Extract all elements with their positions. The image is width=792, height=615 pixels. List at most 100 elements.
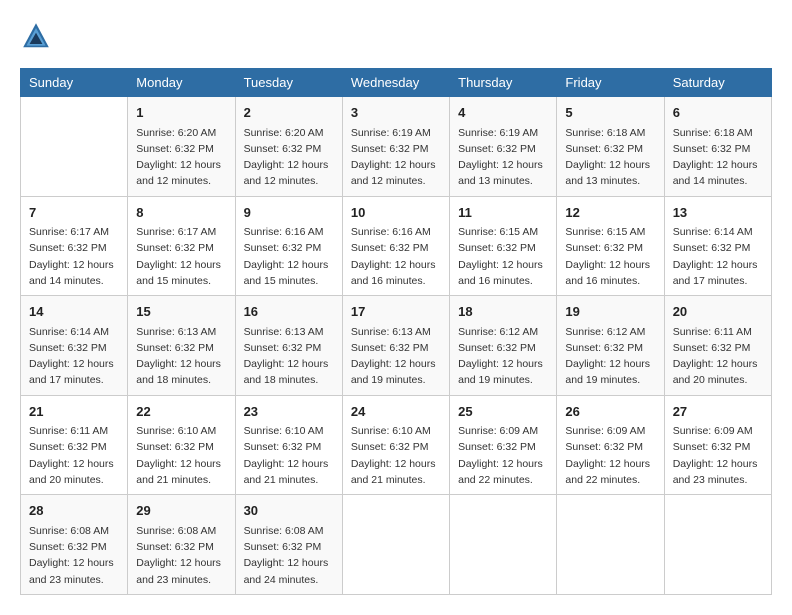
day-number: 4: [458, 103, 548, 123]
calendar-cell: [557, 495, 664, 595]
calendar-cell: [664, 495, 771, 595]
calendar-cell: 21Sunrise: 6:11 AMSunset: 6:32 PMDayligh…: [21, 395, 128, 495]
day-info: Sunrise: 6:15 AMSunset: 6:32 PMDaylight:…: [565, 224, 655, 289]
day-header-thursday: Thursday: [450, 69, 557, 97]
calendar-cell: 7Sunrise: 6:17 AMSunset: 6:32 PMDaylight…: [21, 196, 128, 296]
day-number: 22: [136, 402, 226, 422]
calendar-cell: 20Sunrise: 6:11 AMSunset: 6:32 PMDayligh…: [664, 296, 771, 396]
day-info: Sunrise: 6:09 AMSunset: 6:32 PMDaylight:…: [458, 423, 548, 488]
day-number: 25: [458, 402, 548, 422]
calendar-cell: 6Sunrise: 6:18 AMSunset: 6:32 PMDaylight…: [664, 97, 771, 197]
calendar-cell: 23Sunrise: 6:10 AMSunset: 6:32 PMDayligh…: [235, 395, 342, 495]
calendar-cell: 12Sunrise: 6:15 AMSunset: 6:32 PMDayligh…: [557, 196, 664, 296]
day-number: 29: [136, 501, 226, 521]
calendar-cell: 14Sunrise: 6:14 AMSunset: 6:32 PMDayligh…: [21, 296, 128, 396]
week-row-5: 28Sunrise: 6:08 AMSunset: 6:32 PMDayligh…: [21, 495, 772, 595]
calendar-cell: 9Sunrise: 6:16 AMSunset: 6:32 PMDaylight…: [235, 196, 342, 296]
day-info: Sunrise: 6:10 AMSunset: 6:32 PMDaylight:…: [351, 423, 441, 488]
week-row-2: 7Sunrise: 6:17 AMSunset: 6:32 PMDaylight…: [21, 196, 772, 296]
calendar-cell: 3Sunrise: 6:19 AMSunset: 6:32 PMDaylight…: [342, 97, 449, 197]
day-number: 17: [351, 302, 441, 322]
day-number: 3: [351, 103, 441, 123]
day-number: 12: [565, 203, 655, 223]
day-info: Sunrise: 6:20 AMSunset: 6:32 PMDaylight:…: [244, 125, 334, 190]
calendar-cell: 15Sunrise: 6:13 AMSunset: 6:32 PMDayligh…: [128, 296, 235, 396]
day-info: Sunrise: 6:14 AMSunset: 6:32 PMDaylight:…: [673, 224, 763, 289]
week-row-1: 1Sunrise: 6:20 AMSunset: 6:32 PMDaylight…: [21, 97, 772, 197]
day-number: 1: [136, 103, 226, 123]
day-header-sunday: Sunday: [21, 69, 128, 97]
calendar-cell: 5Sunrise: 6:18 AMSunset: 6:32 PMDaylight…: [557, 97, 664, 197]
day-info: Sunrise: 6:19 AMSunset: 6:32 PMDaylight:…: [458, 125, 548, 190]
calendar-table: SundayMondayTuesdayWednesdayThursdayFrid…: [20, 68, 772, 595]
calendar-cell: 27Sunrise: 6:09 AMSunset: 6:32 PMDayligh…: [664, 395, 771, 495]
day-number: 2: [244, 103, 334, 123]
day-info: Sunrise: 6:20 AMSunset: 6:32 PMDaylight:…: [136, 125, 226, 190]
logo: [20, 20, 58, 52]
day-info: Sunrise: 6:17 AMSunset: 6:32 PMDaylight:…: [136, 224, 226, 289]
day-header-friday: Friday: [557, 69, 664, 97]
day-number: 24: [351, 402, 441, 422]
calendar-cell: 11Sunrise: 6:15 AMSunset: 6:32 PMDayligh…: [450, 196, 557, 296]
calendar-cell: 29Sunrise: 6:08 AMSunset: 6:32 PMDayligh…: [128, 495, 235, 595]
day-number: 23: [244, 402, 334, 422]
day-number: 20: [673, 302, 763, 322]
day-info: Sunrise: 6:10 AMSunset: 6:32 PMDaylight:…: [136, 423, 226, 488]
calendar-cell: 18Sunrise: 6:12 AMSunset: 6:32 PMDayligh…: [450, 296, 557, 396]
calendar-cell: 13Sunrise: 6:14 AMSunset: 6:32 PMDayligh…: [664, 196, 771, 296]
day-info: Sunrise: 6:08 AMSunset: 6:32 PMDaylight:…: [244, 523, 334, 588]
day-number: 5: [565, 103, 655, 123]
day-number: 9: [244, 203, 334, 223]
week-row-4: 21Sunrise: 6:11 AMSunset: 6:32 PMDayligh…: [21, 395, 772, 495]
day-info: Sunrise: 6:08 AMSunset: 6:32 PMDaylight:…: [136, 523, 226, 588]
day-info: Sunrise: 6:08 AMSunset: 6:32 PMDaylight:…: [29, 523, 119, 588]
day-number: 7: [29, 203, 119, 223]
day-info: Sunrise: 6:14 AMSunset: 6:32 PMDaylight:…: [29, 324, 119, 389]
page-header: [20, 20, 772, 52]
calendar-cell: 16Sunrise: 6:13 AMSunset: 6:32 PMDayligh…: [235, 296, 342, 396]
day-info: Sunrise: 6:11 AMSunset: 6:32 PMDaylight:…: [673, 324, 763, 389]
day-info: Sunrise: 6:17 AMSunset: 6:32 PMDaylight:…: [29, 224, 119, 289]
day-number: 14: [29, 302, 119, 322]
day-info: Sunrise: 6:13 AMSunset: 6:32 PMDaylight:…: [136, 324, 226, 389]
day-info: Sunrise: 6:09 AMSunset: 6:32 PMDaylight:…: [565, 423, 655, 488]
day-number: 30: [244, 501, 334, 521]
calendar-cell: 22Sunrise: 6:10 AMSunset: 6:32 PMDayligh…: [128, 395, 235, 495]
day-number: 11: [458, 203, 548, 223]
day-number: 15: [136, 302, 226, 322]
day-number: 10: [351, 203, 441, 223]
day-info: Sunrise: 6:13 AMSunset: 6:32 PMDaylight:…: [244, 324, 334, 389]
calendar-cell: [450, 495, 557, 595]
day-info: Sunrise: 6:13 AMSunset: 6:32 PMDaylight:…: [351, 324, 441, 389]
week-row-3: 14Sunrise: 6:14 AMSunset: 6:32 PMDayligh…: [21, 296, 772, 396]
day-number: 21: [29, 402, 119, 422]
day-header-wednesday: Wednesday: [342, 69, 449, 97]
day-info: Sunrise: 6:12 AMSunset: 6:32 PMDaylight:…: [565, 324, 655, 389]
day-info: Sunrise: 6:12 AMSunset: 6:32 PMDaylight:…: [458, 324, 548, 389]
calendar-cell: 4Sunrise: 6:19 AMSunset: 6:32 PMDaylight…: [450, 97, 557, 197]
day-number: 19: [565, 302, 655, 322]
day-number: 26: [565, 402, 655, 422]
calendar-cell: 8Sunrise: 6:17 AMSunset: 6:32 PMDaylight…: [128, 196, 235, 296]
calendar-cell: 28Sunrise: 6:08 AMSunset: 6:32 PMDayligh…: [21, 495, 128, 595]
day-header-tuesday: Tuesday: [235, 69, 342, 97]
days-header-row: SundayMondayTuesdayWednesdayThursdayFrid…: [21, 69, 772, 97]
day-number: 6: [673, 103, 763, 123]
day-number: 8: [136, 203, 226, 223]
day-info: Sunrise: 6:15 AMSunset: 6:32 PMDaylight:…: [458, 224, 548, 289]
day-info: Sunrise: 6:09 AMSunset: 6:32 PMDaylight:…: [673, 423, 763, 488]
calendar-cell: [342, 495, 449, 595]
logo-icon: [20, 20, 52, 52]
day-info: Sunrise: 6:11 AMSunset: 6:32 PMDaylight:…: [29, 423, 119, 488]
day-info: Sunrise: 6:16 AMSunset: 6:32 PMDaylight:…: [351, 224, 441, 289]
day-info: Sunrise: 6:16 AMSunset: 6:32 PMDaylight:…: [244, 224, 334, 289]
calendar-cell: 26Sunrise: 6:09 AMSunset: 6:32 PMDayligh…: [557, 395, 664, 495]
calendar-cell: 2Sunrise: 6:20 AMSunset: 6:32 PMDaylight…: [235, 97, 342, 197]
calendar-cell: 10Sunrise: 6:16 AMSunset: 6:32 PMDayligh…: [342, 196, 449, 296]
day-number: 13: [673, 203, 763, 223]
day-number: 16: [244, 302, 334, 322]
day-header-saturday: Saturday: [664, 69, 771, 97]
calendar-cell: [21, 97, 128, 197]
calendar-cell: 19Sunrise: 6:12 AMSunset: 6:32 PMDayligh…: [557, 296, 664, 396]
day-number: 18: [458, 302, 548, 322]
